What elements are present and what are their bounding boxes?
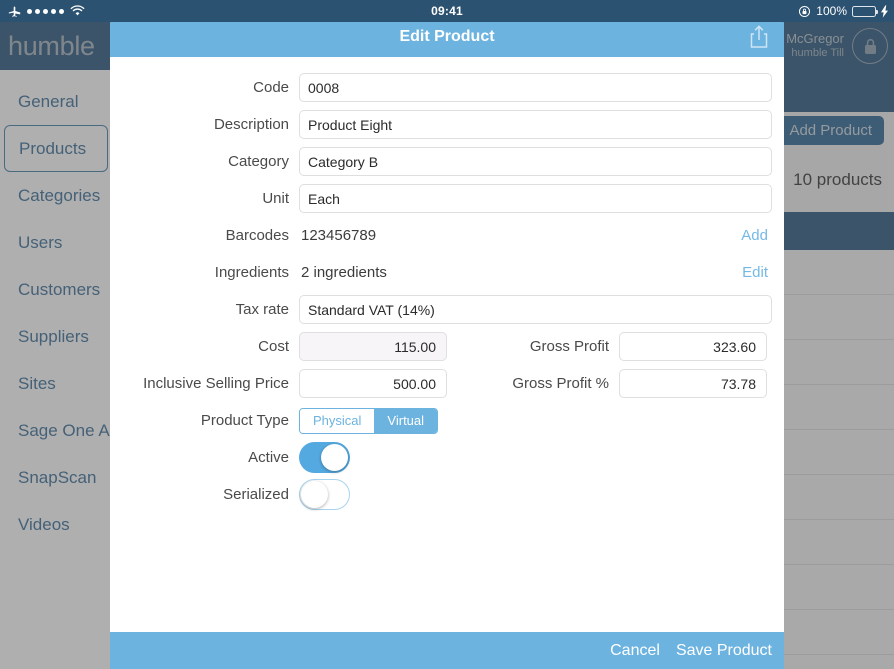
category-label: Category — [228, 153, 289, 170]
field-row-barcodes: Barcodes 123456789 Add — [110, 219, 784, 252]
gross-profit-input[interactable]: 323.60 — [619, 332, 767, 361]
field-row-ingredients: Ingredients 2 ingredients Edit — [110, 256, 784, 289]
field-row-category: Category Category B — [110, 145, 784, 178]
status-bar: 09:41 100% — [0, 0, 894, 22]
barcodes-value: 123456789 — [301, 227, 377, 244]
field-row-tax-rate: Tax rate Standard VAT (14%) — [110, 293, 784, 326]
gross-profit-pct-label: Gross Profit % — [512, 375, 609, 392]
field-row-code: Code 0008 — [110, 71, 784, 104]
share-icon[interactable] — [748, 24, 770, 50]
active-toggle[interactable] — [299, 442, 350, 473]
field-row-product-type: Product Type Physical Virtual — [110, 404, 784, 437]
cost-input[interactable]: 115.00 — [299, 332, 447, 361]
serialized-label: Serialized — [223, 486, 289, 503]
description-input[interactable]: Product Eight — [299, 110, 772, 139]
field-row-serialized: Serialized — [110, 478, 784, 511]
field-row-cost-gross-profit: Cost 115.00 Gross Profit 323.60 — [110, 330, 784, 363]
code-label: Code — [253, 79, 289, 96]
product-type-option-virtual[interactable]: Virtual — [374, 408, 438, 433]
selling-price-input[interactable]: 500.00 — [299, 369, 447, 398]
battery-percent-label: 100% — [816, 4, 847, 18]
description-label: Description — [213, 116, 289, 133]
barcodes-add-link[interactable]: Add — [741, 227, 772, 244]
cancel-button[interactable]: Cancel — [610, 642, 660, 660]
field-row-unit: Unit Each — [110, 182, 784, 215]
cost-label: Cost — [258, 338, 289, 355]
modal-title: Edit Product — [399, 27, 495, 45]
ingredients-edit-link[interactable]: Edit — [742, 264, 772, 281]
edit-product-modal: Edit Product Code 0008 Description Produ… — [110, 16, 784, 669]
save-product-button[interactable]: Save Product — [676, 642, 772, 660]
modal-body: Code 0008 Description Product Eight Cate… — [110, 57, 784, 632]
field-row-active: Active — [110, 441, 784, 474]
rotation-lock-icon — [799, 5, 811, 17]
field-row-selling-price-gp-pct: Inclusive Selling Price 500.00 Gross Pro… — [110, 367, 784, 400]
signal-strength-dots — [27, 8, 64, 14]
modal-header: Edit Product — [110, 16, 784, 57]
gross-profit-label: Gross Profit — [529, 338, 609, 355]
unit-label: Unit — [262, 190, 289, 207]
field-row-description: Description Product Eight — [110, 108, 784, 141]
ingredients-label: Ingredients — [214, 264, 289, 281]
status-bar-right: 100% — [594, 4, 894, 18]
lightning-bolt-icon — [881, 4, 888, 18]
ingredients-value: 2 ingredients — [301, 264, 387, 281]
battery-icon — [852, 5, 878, 17]
app-root: humble McGregor humble Till General Prod… — [0, 0, 894, 669]
category-input[interactable]: Category B — [299, 147, 772, 176]
barcodes-label: Barcodes — [225, 227, 289, 244]
status-bar-left — [0, 5, 300, 18]
unit-input[interactable]: Each — [299, 184, 772, 213]
active-label: Active — [248, 449, 289, 466]
product-type-label: Product Type — [200, 412, 289, 429]
serialized-toggle[interactable] — [299, 479, 350, 510]
status-bar-clock: 09:41 — [431, 4, 463, 18]
airplane-icon — [8, 5, 21, 17]
code-input[interactable]: 0008 — [299, 73, 772, 102]
product-type-segmented-control[interactable]: Physical Virtual — [299, 407, 439, 434]
selling-price-label: Inclusive Selling Price — [143, 375, 289, 392]
tax-rate-input[interactable]: Standard VAT (14%) — [299, 295, 772, 324]
gross-profit-pct-input[interactable]: 73.78 — [619, 369, 767, 398]
wifi-icon — [70, 5, 85, 16]
product-type-option-physical[interactable]: Physical — [300, 408, 375, 433]
tax-rate-label: Tax rate — [235, 301, 289, 318]
modal-footer: Cancel Save Product — [110, 632, 784, 669]
